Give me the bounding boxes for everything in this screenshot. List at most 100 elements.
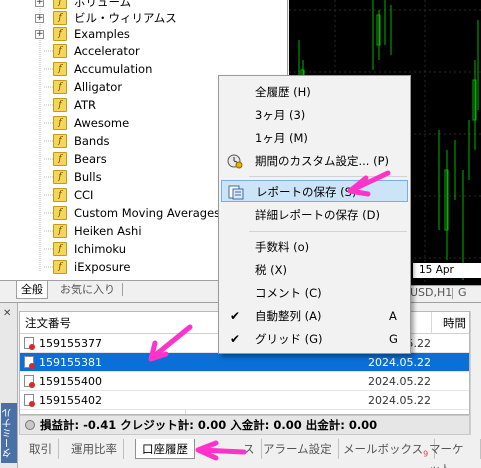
indicator-icon: f	[53, 80, 67, 94]
order-id-cell: 159155381	[39, 356, 102, 369]
menu-item-label: 詳細レポートの保存 (D)	[255, 208, 380, 222]
column-divider	[431, 312, 432, 334]
indicator-icon: f	[53, 11, 67, 25]
menu-item-label: 自動整列 (A)	[255, 309, 322, 323]
indicator-icon: f	[53, 224, 67, 238]
table-row-selected[interactable]: 159155381 2024.05.22 15:27:56	[20, 353, 469, 388]
tab-favorites[interactable]: お気に入り	[56, 281, 119, 299]
tab-general[interactable]: 全般	[16, 281, 48, 299]
tab-exposure[interactable]: 運用比率	[65, 439, 124, 459]
menu-item-all-history[interactable]: 全履歴 (H)	[221, 81, 408, 103]
chart-tab-usd[interactable]: USD,H1	[410, 286, 452, 300]
indicator-icon: f	[53, 98, 67, 112]
menu-item-save-detailed-report[interactable]: 詳細レポートの保存 (D)	[221, 204, 408, 226]
indicator-icon: f	[53, 152, 67, 166]
indicator-icon: f	[53, 0, 67, 9]
tree-item-label: ボリューム	[74, 0, 132, 9]
menu-item-commission[interactable]: 手数料 (o)	[221, 236, 408, 258]
indicator-icon: f	[53, 134, 67, 148]
terminal-vertical-label: ターミナル	[1, 403, 17, 463]
tree-item-label: Ichimoku	[74, 242, 127, 256]
chart-tab-g[interactable]: G	[458, 286, 467, 300]
tab-mailbox-label: メールボックス	[343, 442, 424, 456]
menu-item-save-report[interactable]: レポートの保存 (S)	[221, 180, 408, 202]
balance-icon	[25, 420, 35, 430]
sell-order-icon	[24, 375, 35, 388]
summary-text: 損益計: -0.41 クレジット計: 0.00 入金計: 0.00 出金計: 0…	[40, 418, 378, 432]
menu-item-3-months[interactable]: 3ヶ月 (3)	[221, 104, 408, 126]
context-menu: 全履歴 (H) 3ヶ月 (3) 1ヶ月 (M) 期間のカスタム設定... (P)…	[218, 75, 411, 354]
menu-item-custom-period[interactable]: 期間のカスタム設定... (P)	[221, 150, 408, 172]
checkmark-icon: ✔	[230, 309, 241, 323]
indicator-icon: f	[53, 188, 67, 202]
terminal-tabs: 取引 運用比率 口座履歴 ス アラーム設定 メールボックス9 マーケット	[19, 439, 481, 468]
indicator-icon: f	[53, 242, 67, 256]
menu-item-label: 3ヶ月 (3)	[255, 108, 306, 122]
tree-item-label: Accumulation	[74, 62, 153, 76]
order-id-cell: 159155377	[39, 337, 102, 350]
column-time[interactable]: 時間	[438, 312, 466, 334]
indicator-icon: f	[53, 116, 67, 130]
order-id-cell: 159155400	[39, 375, 102, 388]
menu-separator	[249, 176, 407, 177]
tree-item-label: ATR	[74, 98, 96, 112]
tab-mailbox[interactable]: メールボックス9	[337, 439, 436, 459]
tree-item-label: iExposure	[74, 260, 131, 274]
expand-icon[interactable]: +	[35, 29, 44, 39]
tree-item-label: Examples	[74, 27, 130, 41]
tree-item-label: CCI	[74, 188, 94, 202]
menu-item-comment[interactable]: コメント (C)	[221, 282, 408, 304]
sell-order-icon	[24, 356, 35, 369]
menu-item-taxes[interactable]: 税 (X)	[221, 259, 408, 281]
tab-divider	[122, 283, 123, 296]
sell-order-icon	[24, 394, 35, 407]
table-row[interactable]: 159155402 2024.05.22 15:29:24	[20, 391, 469, 414]
expand-icon[interactable]: +	[35, 0, 44, 7]
terminal-sidebar: ✕ ターミナル	[0, 303, 18, 468]
menu-separator	[249, 231, 407, 232]
tree-item-label: Bulls	[74, 170, 102, 184]
time-cell: 2024.05.22 15:29:24	[368, 394, 431, 414]
account-summary-row: 損益計: -0.41 クレジット計: 0.00 入金計: 0.00 出金計: 0…	[19, 415, 470, 435]
sell-order-icon	[24, 337, 35, 350]
menu-shortcut: G	[389, 332, 398, 346]
tree-item-label: Heiken Ashi	[74, 224, 142, 238]
indicator-icon: f	[53, 170, 67, 184]
checkmark-icon: ✔	[230, 332, 241, 346]
indicator-icon: f	[53, 206, 67, 220]
menu-item-label: グリッド (G)	[255, 332, 323, 346]
menu-item-grid[interactable]: ✔ グリッド (G) G	[221, 328, 408, 350]
menu-item-label: コメント (C)	[255, 286, 322, 300]
menu-item-label: レポートの保存 (S)	[256, 185, 357, 199]
menu-item-label: 1ヶ月 (M)	[255, 131, 308, 145]
close-icon[interactable]: ✕	[3, 309, 11, 319]
indicator-icon: f	[53, 44, 67, 58]
menu-item-auto-arrange[interactable]: ✔ 自動整列 (A) A	[221, 305, 408, 327]
indicator-icon: f	[53, 260, 67, 274]
indicator-icon: f	[53, 62, 67, 76]
tree-item-label: Bands	[74, 134, 110, 148]
tree-item-label: Bears	[74, 152, 107, 166]
tree-item-label: ビル・ウィリアムス	[74, 11, 177, 25]
chart-date-label: 15 Apr 05:00	[413, 263, 481, 285]
table-row[interactable]: 159155400 2024.05.22 15:29:22	[20, 372, 469, 407]
clock-icon	[227, 154, 243, 169]
tree-item-label: Awesome	[74, 116, 130, 130]
menu-item-label: 全履歴 (H)	[255, 85, 311, 99]
expand-icon[interactable]: +	[35, 13, 44, 23]
menu-item-label: 期間のカスタム設定... (P)	[255, 154, 390, 168]
save-report-icon	[228, 185, 244, 200]
menu-item-label: 税 (X)	[255, 263, 288, 277]
tab-divider	[452, 288, 453, 299]
menu-shortcut: A	[389, 309, 397, 323]
order-id-cell: 159155402	[39, 394, 102, 407]
tab-market[interactable]: マーケット	[423, 439, 481, 468]
column-order-id[interactable]: 注文番号	[20, 312, 71, 334]
menu-item-1-month[interactable]: 1ヶ月 (M)	[221, 127, 408, 149]
tab-trade[interactable]: 取引	[23, 439, 59, 459]
tree-item-label: Alligator	[74, 80, 123, 94]
vertical-scrollbar[interactable]	[470, 311, 481, 435]
tree-item-label: Accelerator	[74, 44, 140, 58]
tab-alerts[interactable]: アラーム設定	[257, 439, 339, 459]
tab-account-history[interactable]: 口座履歴	[135, 439, 195, 459]
